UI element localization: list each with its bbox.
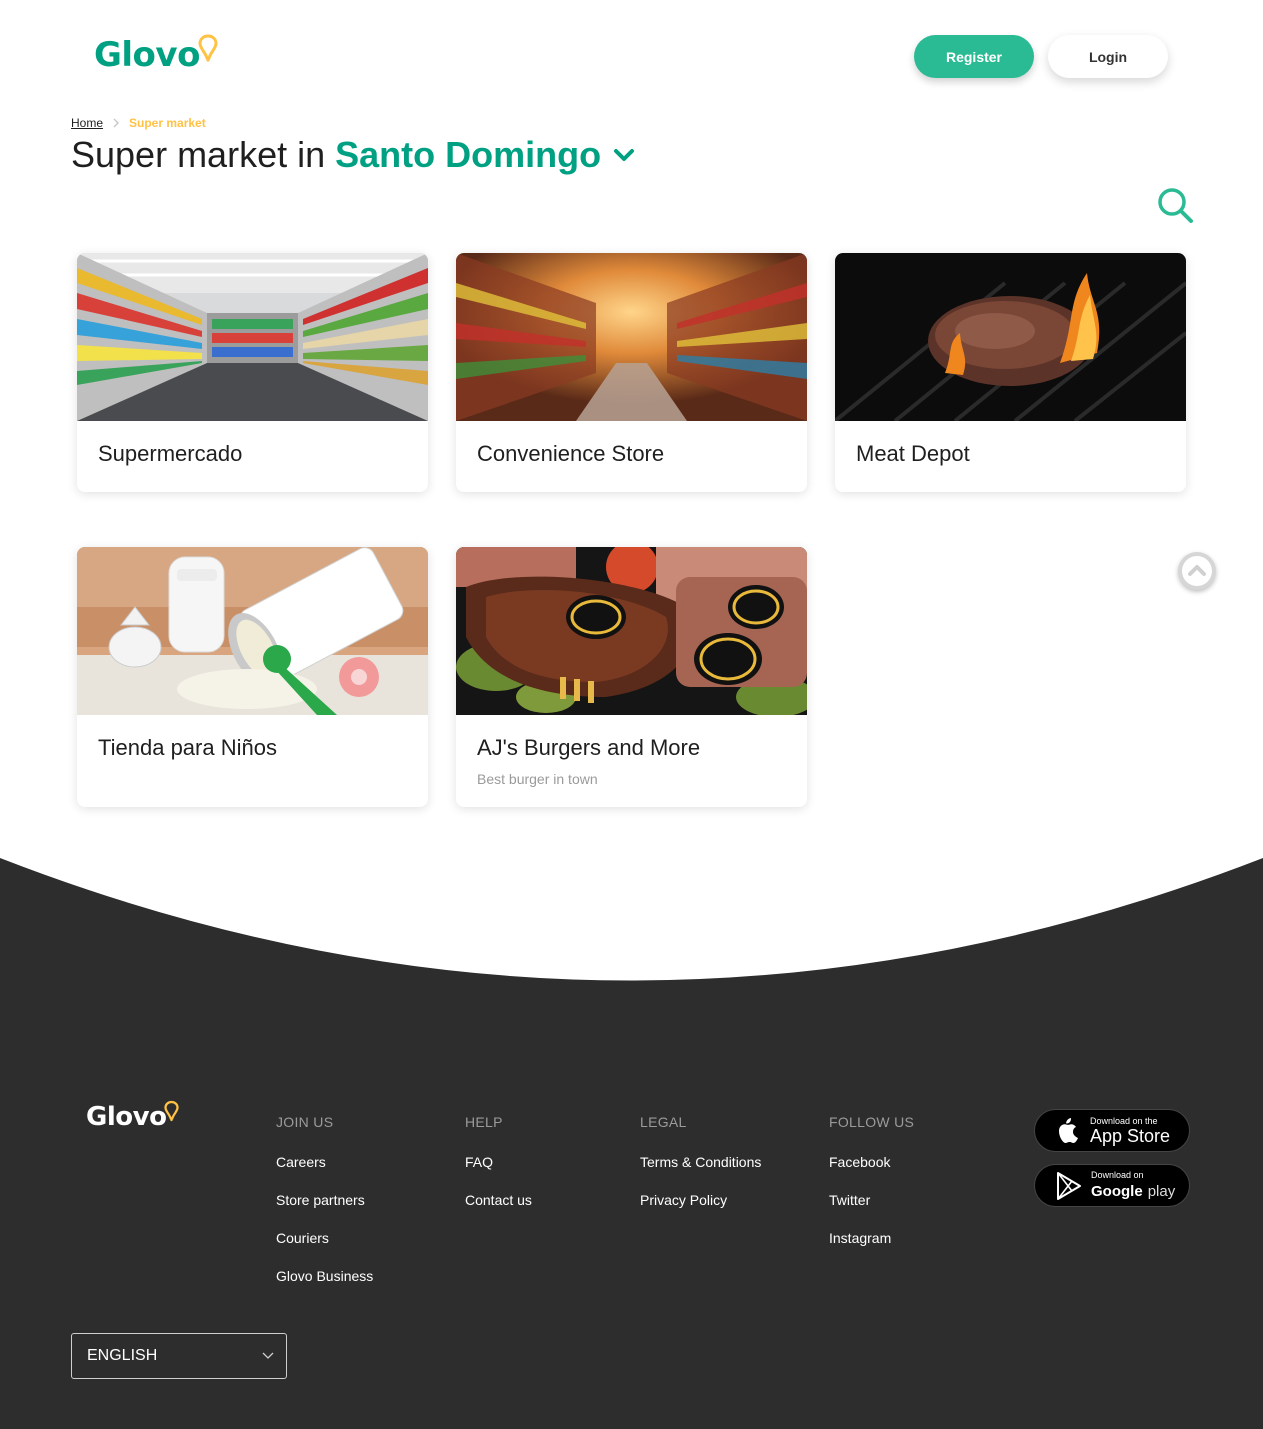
footer-link-couriers[interactable]: Couriers: [276, 1230, 373, 1246]
footer-link-contact-us[interactable]: Contact us: [465, 1192, 532, 1208]
register-button[interactable]: Register: [914, 35, 1034, 78]
store-name: Supermercado: [98, 441, 243, 466]
breadcrumb-current: Super market: [129, 116, 206, 130]
page-title-prefix: Super market in: [71, 134, 326, 175]
app-store-big-text: App Store: [1090, 1125, 1171, 1146]
chevron-up-icon: [1182, 556, 1212, 586]
footer-logo[interactable]: Glovo: [86, 1100, 180, 1132]
store-image: [77, 253, 428, 421]
glovo-logo[interactable]: Glovo: [94, 34, 218, 72]
breadcrumb: Home Super market: [71, 116, 206, 130]
footer-heading: HELP: [465, 1114, 503, 1130]
page-title: Super market in Santo Domingo: [71, 134, 635, 176]
footer-heading: LEGAL: [640, 1114, 687, 1130]
search-icon[interactable]: [1156, 186, 1194, 224]
app-store-badge[interactable]: Download on the App Store: [1034, 1109, 1190, 1152]
store-image: [456, 547, 807, 715]
store-name: Meat Depot: [856, 441, 970, 466]
city-name: Santo Domingo: [335, 134, 602, 175]
footer-link-facebook[interactable]: Facebook: [829, 1154, 914, 1170]
store-card-supermercado[interactable]: Supermercado: [77, 253, 428, 492]
google-play-small-text: Download on: [1091, 1169, 1144, 1180]
pin-icon: [164, 1100, 180, 1122]
store-name: Convenience Store: [477, 441, 665, 466]
footer-column-legal: LEGAL Terms & Conditions Privacy Policy: [640, 1114, 761, 1230]
google-play-icon: [1057, 1171, 1081, 1200]
store-image: [835, 253, 1186, 421]
store-image: [77, 547, 428, 715]
footer-link-terms[interactable]: Terms & Conditions: [640, 1154, 761, 1170]
logo-text: Glovo: [94, 35, 200, 75]
city-selector[interactable]: Santo Domingo: [335, 134, 635, 176]
footer-link-instagram[interactable]: Instagram: [829, 1230, 914, 1246]
footer-link-glovo-business[interactable]: Glovo Business: [276, 1268, 373, 1284]
scroll-to-top-button[interactable]: [1178, 552, 1216, 590]
footer-link-privacy[interactable]: Privacy Policy: [640, 1192, 761, 1208]
google-play-light-text: play: [1147, 1182, 1176, 1200]
footer-heading: FOLLOW US: [829, 1114, 915, 1130]
language-select[interactable]: ENGLISH: [71, 1333, 287, 1379]
chevron-down-icon: [262, 1352, 274, 1359]
breadcrumb-home-link[interactable]: Home: [71, 116, 103, 130]
chevron-down-icon: [614, 149, 635, 161]
google-play-badge[interactable]: Download on Google play: [1034, 1164, 1190, 1207]
footer-curve: [0, 858, 1263, 981]
apple-icon: [1059, 1117, 1078, 1143]
footer-link-store-partners[interactable]: Store partners: [276, 1192, 373, 1208]
footer-column-follow-us: FOLLOW US Facebook Twitter Instagram: [829, 1114, 914, 1268]
chevron-right-icon: [113, 118, 120, 128]
footer-link-faq[interactable]: FAQ: [465, 1154, 532, 1170]
store-card-convenience-store[interactable]: Convenience Store: [456, 253, 807, 492]
store-description: Best burger in town: [477, 771, 598, 787]
app-store-small-text: Download on the: [1090, 1115, 1158, 1126]
footer-column-help: HELP FAQ Contact us: [465, 1114, 532, 1230]
footer-column-join-us: JOIN US Careers Store partners Couriers …: [276, 1114, 373, 1306]
store-image: [456, 253, 807, 421]
footer-heading: JOIN US: [276, 1114, 334, 1130]
store-card-ajs-burgers[interactable]: AJ's Burgers and More Best burger in tow…: [456, 547, 807, 807]
footer-logo-text: Glovo: [86, 1102, 167, 1132]
login-button[interactable]: Login: [1048, 35, 1168, 78]
pin-icon: [198, 34, 218, 62]
store-card-meat-depot[interactable]: Meat Depot: [835, 253, 1186, 492]
language-selected-value: ENGLISH: [87, 1347, 158, 1364]
store-name: AJ's Burgers and More: [477, 735, 701, 760]
store-name: Tienda para Niños: [98, 735, 277, 760]
google-play-bold-text: Google: [1091, 1182, 1143, 1200]
footer-link-careers[interactable]: Careers: [276, 1154, 373, 1170]
store-card-tienda-para-ninos[interactable]: Tienda para Niños: [77, 547, 428, 807]
footer-link-twitter[interactable]: Twitter: [829, 1192, 914, 1208]
